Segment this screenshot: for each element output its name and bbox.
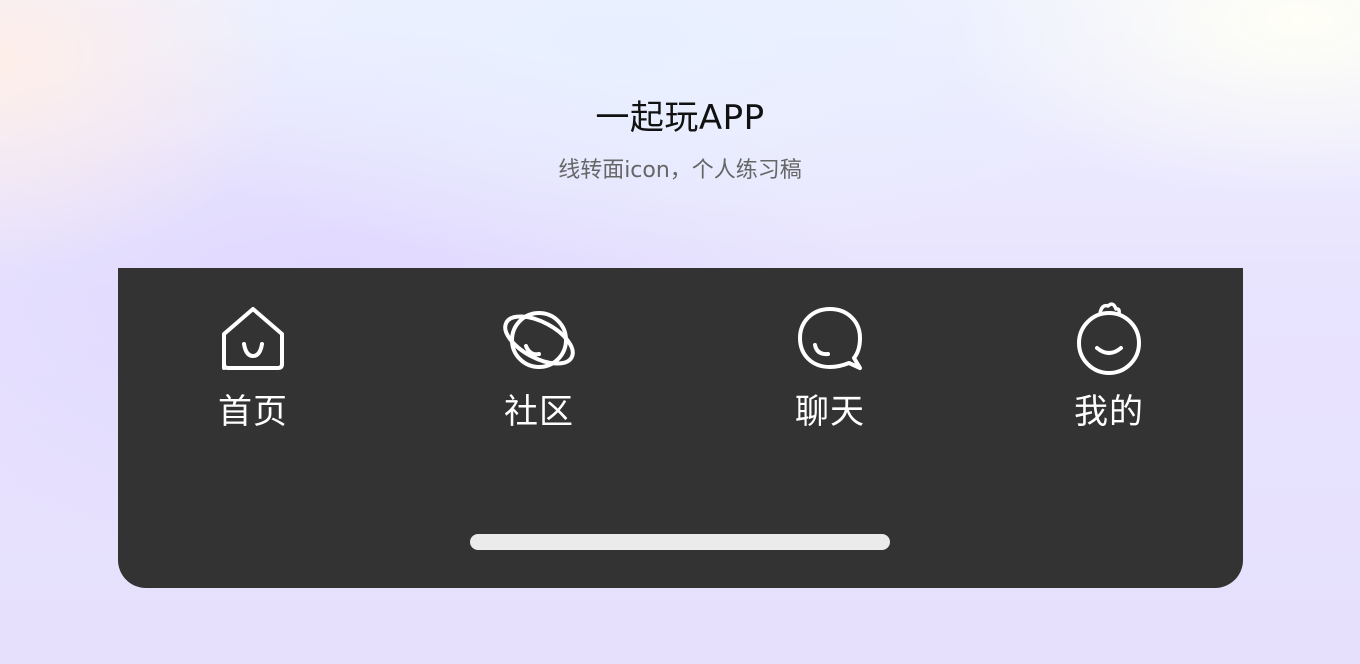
tab-profile[interactable]: 我的 [1029, 298, 1189, 432]
tab-home-label: 首页 [218, 392, 288, 432]
page-subtitle: 线转面icon，个人练习稿 [558, 158, 802, 183]
tab-community-label: 社区 [504, 392, 574, 432]
tab-chat[interactable]: 聊天 [750, 298, 910, 432]
tab-bar: 首页 社区 聊天 我的 [118, 268, 1243, 588]
home-indicator[interactable] [470, 534, 890, 550]
chat-bubble-icon [798, 307, 862, 370]
planet-icon [503, 311, 575, 369]
tab-community[interactable]: 社区 [459, 298, 619, 432]
home-icon [222, 307, 284, 370]
page-title: 一起玩APP [595, 98, 765, 138]
tab-profile-label: 我的 [1074, 392, 1144, 432]
tab-chat-label: 聊天 [795, 392, 865, 432]
tab-home[interactable]: 首页 [173, 298, 333, 432]
smiley-face-icon [1077, 302, 1141, 375]
header: 一起玩APP 线转面icon，个人练习稿 [0, 96, 1360, 186]
